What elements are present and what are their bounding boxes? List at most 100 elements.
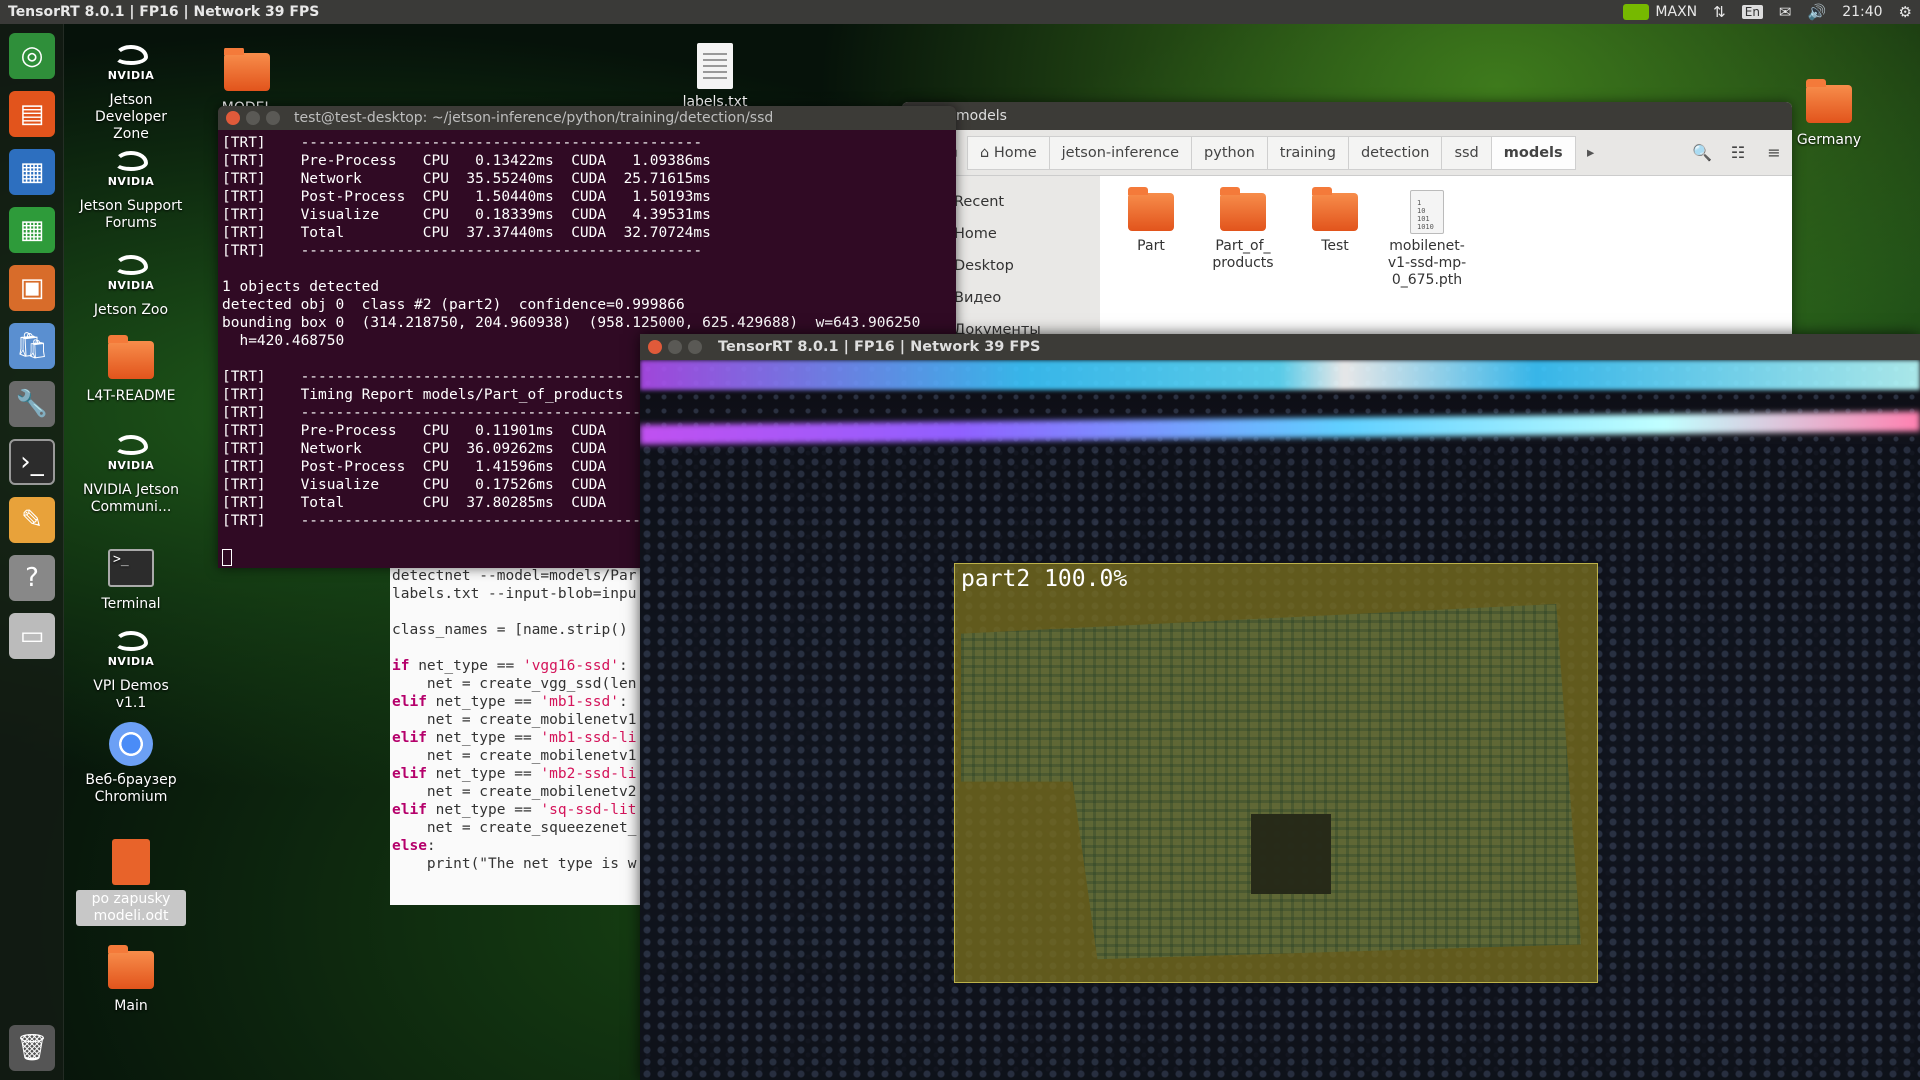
nvidia-logo-icon: NVIDIA: [108, 44, 154, 84]
launcher-help-button[interactable]: ?: [6, 552, 58, 604]
desktop-icon-labels-txt[interactable]: labels.txt: [660, 42, 770, 108]
launcher-impress-button[interactable]: ▣: [6, 262, 58, 314]
inference-window[interactable]: TensorRT 8.0.1 | FP16 | Network 39 FPS p…: [640, 334, 1920, 1080]
desktop-icon-label: po zapusky modeli.odt: [76, 890, 186, 926]
document-icon: [112, 839, 150, 885]
file-manager-window[interactable]: models ‹ ◂ ⌂ Home jetson-inference pytho…: [902, 102, 1792, 334]
folder-icon: [108, 945, 154, 989]
desktop-icon-label: NVIDIA Jetson Communi...: [82, 482, 180, 515]
code-editor-window[interactable]: detectnet --model=models/Par labels.txt …: [390, 565, 640, 905]
desktop-icon-jetson-developer-zone[interactable]: NVIDIA Jetson Developer Zone: [76, 40, 186, 143]
files-icon: ▤: [9, 91, 55, 137]
desktop-icon-label: Terminal: [101, 596, 161, 612]
file-item-test[interactable]: Test: [1290, 176, 1380, 255]
desktop-icon-vpi-demos[interactable]: NVIDIA VPI Demos v1.1: [76, 626, 186, 712]
keyboard-light-strip: [640, 411, 1920, 445]
launcher-terminal-button[interactable]: ›_: [6, 436, 58, 488]
launcher: ◎ ▤ ▦ ▦ ▣ 🛍 🔧 ›_ ✎ ? ▭ 🗑: [0, 24, 64, 1080]
settings-wrench-icon: 🔧: [9, 381, 55, 427]
launcher-writer-button[interactable]: ▦: [6, 146, 58, 198]
top-panel: TensorRT 8.0.1 | FP16 | Network 39 FPS M…: [0, 0, 1920, 24]
text-editor-icon: ✎: [9, 497, 55, 543]
file-item-label: Test: [1321, 238, 1349, 254]
volume-icon[interactable]: 🔊: [1808, 3, 1827, 21]
desktop-icon-chromium[interactable]: Веб-браузер Chromium: [76, 720, 186, 806]
terminal-cursor: [222, 548, 232, 566]
terminal-titlebar[interactable]: test@test-desktop: ~/jetson-inference/py…: [218, 106, 956, 130]
launcher-software-button[interactable]: 🛍: [6, 320, 58, 372]
launcher-drive-button[interactable]: ▭: [6, 610, 58, 662]
desktop-icon-model[interactable]: MODEL: [192, 48, 302, 108]
launcher-editor-button[interactable]: ✎: [6, 494, 58, 546]
desktop-icon-jetson-support-forums[interactable]: NVIDIA Jetson Support Forums: [76, 146, 186, 232]
desktop-icon-jetson-zoo[interactable]: NVIDIA Jetson Zoo: [76, 250, 186, 319]
menu-icon[interactable]: ≡: [1756, 136, 1792, 170]
folder-icon: [1128, 187, 1174, 231]
nvidia-logo-icon: NVIDIA: [108, 254, 154, 294]
file-manager-title: models: [956, 108, 1007, 124]
desktop-icon-nvidia-jetson-community[interactable]: NVIDIA NVIDIA Jetson Communi...: [76, 430, 186, 516]
breadcrumb-jetson-inference[interactable]: jetson-inference: [1048, 135, 1193, 170]
path-bar: ‹ ◂ ⌂ Home jetson-inference python train…: [902, 130, 1792, 176]
desktop-icon-label: Jetson Support Forums: [79, 198, 183, 231]
breadcrumb-python[interactable]: python: [1191, 135, 1268, 170]
launcher-calc-button[interactable]: ▦: [6, 204, 58, 256]
desktop-icon-l4t-readme[interactable]: L4T-README: [76, 335, 186, 405]
minimize-button[interactable]: [668, 340, 682, 354]
impress-icon: ▣: [9, 265, 55, 311]
scroll-right-icon[interactable]: ▸: [1576, 136, 1606, 170]
desktop-icon-main[interactable]: Main: [76, 945, 186, 1015]
mail-icon[interactable]: ✉: [1779, 3, 1792, 21]
breadcrumb-training[interactable]: training: [1266, 135, 1349, 170]
terminal-icon: >_: [108, 549, 154, 587]
close-button[interactable]: [226, 111, 240, 125]
breadcrumb-home[interactable]: ⌂ Home: [967, 135, 1050, 170]
folder-icon: [1312, 187, 1358, 231]
folder-icon: [108, 335, 154, 379]
maximize-button[interactable]: [688, 340, 702, 354]
nvidia-logo-icon: NVIDIA: [108, 630, 154, 670]
search-icon[interactable]: 🔍: [1684, 136, 1720, 170]
desktop-icon-label: Main: [114, 998, 148, 1014]
circuit-board-image: [961, 604, 1581, 960]
desktop-icon-label: Jetson Developer Zone: [94, 92, 167, 142]
file-item-label: Part_of_ products: [1212, 238, 1274, 271]
power-mode-indicator[interactable]: MAXN: [1623, 4, 1697, 20]
breadcrumb-detection[interactable]: detection: [1347, 135, 1443, 170]
clock[interactable]: 21:40: [1842, 4, 1882, 20]
file-item-part-of-products[interactable]: Part_of_ products: [1198, 176, 1288, 272]
launcher-files-button[interactable]: ▤: [6, 88, 58, 140]
launcher-settings-button[interactable]: 🔧: [6, 378, 58, 430]
file-view[interactable]: Part Part_of_ products Test 1 10 101 1010 m…: [1100, 176, 1792, 334]
gear-icon[interactable]: ⚙: [1899, 3, 1912, 21]
nvidia-icon: [1623, 4, 1650, 20]
calc-icon: ▦: [9, 207, 55, 253]
detection-box: part2 100.0%: [954, 563, 1598, 983]
keyboard-light-strip: [640, 360, 1920, 390]
file-item-part[interactable]: Part: [1106, 176, 1196, 255]
network-icon[interactable]: ⇅: [1713, 3, 1726, 21]
file-manager-titlebar[interactable]: models: [902, 102, 1792, 130]
file-item-mobilenet-pth[interactable]: 1 10 101 1010 mobilenet-v1-ssd-mp-0_675.pth: [1382, 176, 1472, 289]
launcher-trash-button[interactable]: 🗑: [6, 1022, 58, 1074]
desktop-icon-odt-document[interactable]: po zapusky modeli.odt: [76, 838, 186, 926]
terminal-icon: ›_: [9, 439, 55, 485]
maximize-button[interactable]: [266, 111, 280, 125]
breadcrumb-ssd[interactable]: ssd: [1441, 135, 1492, 170]
desktop-icon-label: Веб-браузер Chromium: [85, 772, 177, 805]
text-file-icon: [697, 43, 733, 89]
minimize-button[interactable]: [246, 111, 260, 125]
keyboard-layout-indicator[interactable]: En: [1741, 5, 1763, 19]
nvidia-logo-icon: NVIDIA: [108, 434, 154, 474]
launcher-dash-button[interactable]: ◎: [6, 30, 58, 82]
trash-icon: 🗑: [9, 1025, 55, 1071]
ubuntu-logo-icon: ◎: [9, 33, 55, 79]
folder-icon: [1220, 187, 1266, 231]
view-toggle-icon[interactable]: ☷: [1720, 136, 1756, 170]
desktop-icon-label: L4T-README: [86, 388, 176, 404]
code-editor-text[interactable]: detectnet --model=models/Par labels.txt …: [390, 565, 640, 875]
breadcrumb-models[interactable]: models: [1490, 135, 1576, 170]
close-button[interactable]: [648, 340, 662, 354]
desktop-icon-terminal[interactable]: >_ Terminal: [76, 544, 186, 613]
inference-titlebar[interactable]: TensorRT 8.0.1 | FP16 | Network 39 FPS: [640, 334, 1920, 360]
